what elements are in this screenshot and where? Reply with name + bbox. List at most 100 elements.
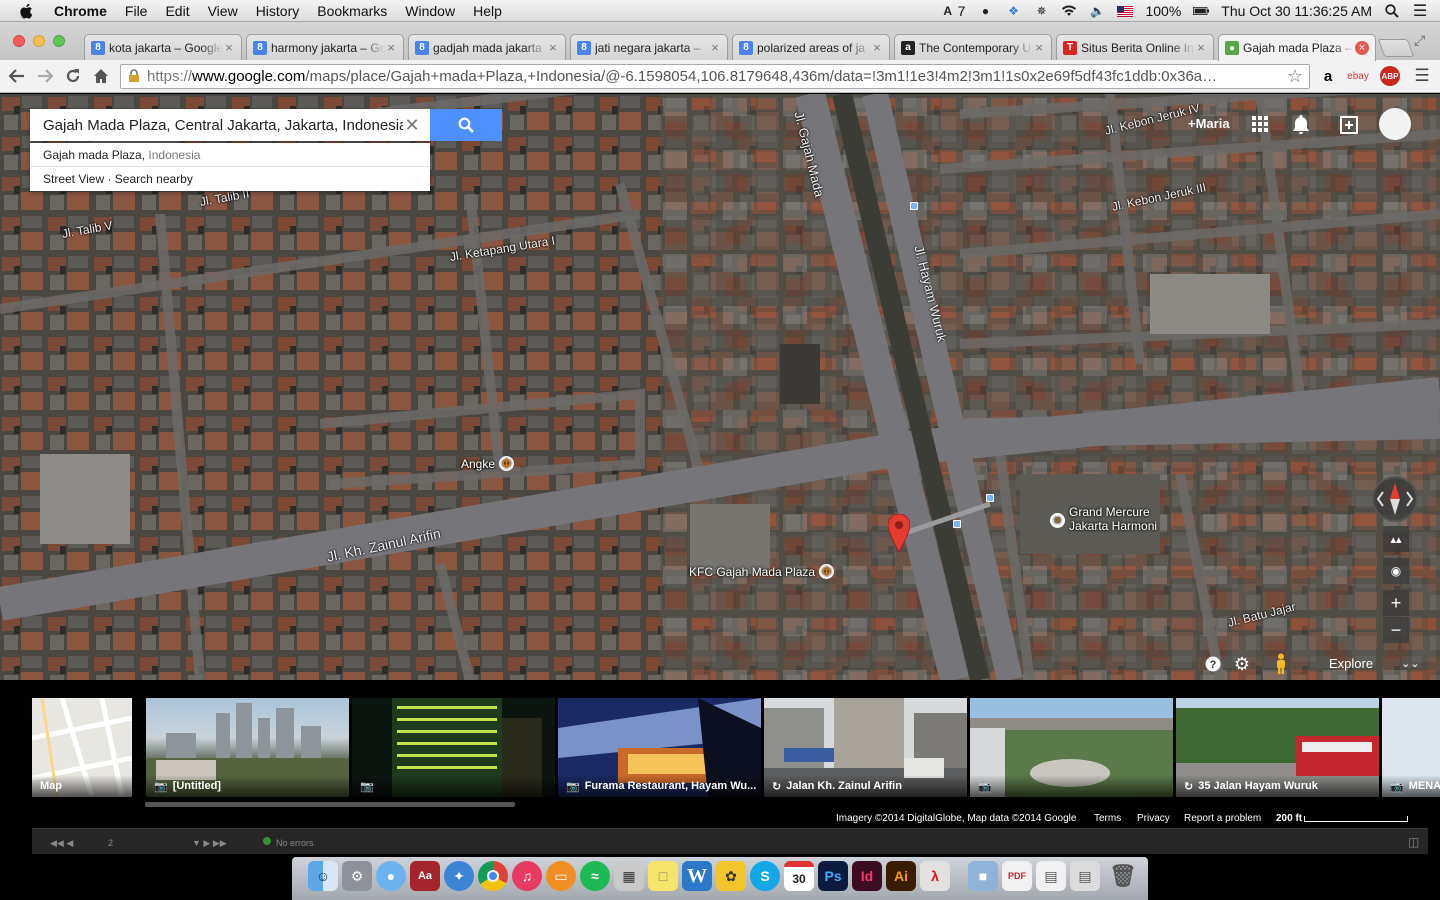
my-location-button[interactable]: ◉ <box>1383 558 1409 584</box>
tab-close-icon[interactable]: × <box>1195 40 1207 55</box>
poi-angke[interactable]: Angke ф <box>461 456 515 471</box>
indesign-icon[interactable]: Id <box>852 861 882 891</box>
tab-close-icon[interactable]: × <box>871 40 883 55</box>
us-flag-icon[interactable] <box>1117 4 1134 18</box>
stickies-icon[interactable]: □ <box>648 861 678 891</box>
textwrangler-icon[interactable]: W <box>682 861 712 891</box>
calculator-icon[interactable]: ▦ <box>614 861 644 891</box>
tab-close-icon[interactable]: × <box>547 40 559 55</box>
tab-close-icon[interactable]: × <box>1355 41 1369 55</box>
poi-grand-mercure[interactable]: ■ Grand Mercure Jakarta Harmoni <box>1050 505 1157 533</box>
wifi-icon[interactable] <box>1061 4 1077 18</box>
search-button[interactable] <box>430 109 502 141</box>
pdf-document-icon[interactable]: PDF <box>1002 861 1032 891</box>
illustrator-icon[interactable]: Ai <box>886 861 916 891</box>
photo-thumbnail[interactable]: 📷 <box>970 698 1173 797</box>
trash-icon[interactable]: 🗑 <box>1108 861 1138 891</box>
close-window-button[interactable] <box>13 35 25 47</box>
fullscreen-icon[interactable]: ⤢ <box>1414 32 1425 49</box>
help-icon[interactable]: ? <box>1203 654 1223 674</box>
terms-link[interactable]: Terms <box>1094 813 1121 824</box>
bus-stop-icon[interactable] <box>910 202 918 210</box>
pegman-street-view-icon[interactable] <box>1271 653 1291 674</box>
zoom-window-button[interactable] <box>53 35 65 47</box>
avatar[interactable] <box>1379 108 1411 140</box>
menu-help[interactable]: Help <box>473 3 502 19</box>
privacy-link[interactable]: Privacy <box>1137 813 1170 824</box>
street-view-thumbnail[interactable]: ↻ Jalan Kh. Zainul Arifin <box>764 698 967 797</box>
tab-harmony-jakarta[interactable]: 8 harmony jakarta – Go × <box>246 34 404 60</box>
menu-file[interactable]: File <box>125 3 148 19</box>
maps-search-input[interactable] <box>43 116 403 134</box>
apple-icon[interactable] <box>18 2 36 20</box>
satellite-map-view[interactable]: Jl. Gajah Mada Jl. Hayam Wuruk Jl. Kebon… <box>0 94 1440 680</box>
new-tab-button[interactable] <box>1377 39 1415 57</box>
skype-icon[interactable]: S <box>750 861 780 891</box>
reload-button[interactable] <box>62 65 84 87</box>
report-problem-link[interactable]: Report a problem <box>1184 813 1261 824</box>
clear-search-icon[interactable]: ✕ <box>402 115 422 135</box>
adblock-plus-icon[interactable]: ABP <box>1380 66 1400 86</box>
notification-bell-icon[interactable]: ● <box>977 4 993 18</box>
dropbox-icon[interactable]: ❖ <box>1005 4 1021 18</box>
zoom-in-button[interactable]: + <box>1383 590 1409 616</box>
ibooks-icon[interactable]: ▭ <box>546 861 576 891</box>
tab-close-icon[interactable]: × <box>385 40 397 55</box>
explore-toggle[interactable]: Explore ⌄⌄ <box>1313 650 1420 676</box>
spotify-icon[interactable]: ≈ <box>580 861 610 891</box>
google-plus-account-link[interactable]: +Maria <box>1188 116 1230 131</box>
tab-situs-berita[interactable]: T Situs Berita Online In × <box>1056 34 1214 60</box>
dictionary-icon[interactable]: Aa <box>410 861 440 891</box>
tab-gajah-mada-plaza[interactable]: ● Gajah mada Plaza – × <box>1218 34 1376 61</box>
console-nav-forward-icons[interactable]: ▼ ▶ ▶▶ <box>192 838 227 849</box>
battery-icon[interactable] <box>1193 4 1210 18</box>
tab-contemporary[interactable]: a The Contemporary U × <box>894 34 1052 60</box>
bus-stop-icon[interactable] <box>953 520 961 528</box>
photo-strip-scrollbar[interactable] <box>145 802 515 807</box>
page-info-warning-icon[interactable] <box>127 69 141 83</box>
home-button[interactable] <box>90 65 112 87</box>
console-panel-icon[interactable]: ◫ <box>1408 835 1419 849</box>
tab-close-icon[interactable]: × <box>709 40 721 55</box>
map-view-thumbnail[interactable]: Map <box>32 698 132 797</box>
adobe-menulet[interactable]: A 7 <box>940 3 965 19</box>
tab-polarized-areas[interactable]: 8 polarized areas of ja × <box>732 34 890 60</box>
menu-edit[interactable]: Edit <box>165 3 189 19</box>
tab-kota-jakarta[interactable]: 8 kota jakarta – Google × <box>84 34 242 60</box>
minimize-window-button[interactable] <box>33 35 45 47</box>
suggestion-item[interactable]: Street View · Search nearby <box>30 167 430 191</box>
cyberduck-icon[interactable]: ✿ <box>716 861 746 891</box>
forward-button[interactable] <box>34 65 56 87</box>
battery-percent[interactable]: 100% <box>1145 3 1181 19</box>
poi-kfc-gajah-mada-plaza[interactable]: KFC Gajah Mada Plaza ф <box>689 564 835 579</box>
console-nav-icons[interactable]: ◀◀ ◀ <box>50 838 73 849</box>
menu-history[interactable]: History <box>256 3 300 19</box>
menu-window[interactable]: Window <box>405 3 455 19</box>
notification-center-icon[interactable]: ☰ <box>1412 3 1428 20</box>
apps-grid-icon[interactable] <box>1250 114 1270 134</box>
chrome-menu-icon[interactable]: ☰ <box>1412 66 1432 86</box>
menu-view[interactable]: View <box>208 3 238 19</box>
menu-app-name[interactable]: Chrome <box>54 3 107 19</box>
finder-icon[interactable]: ☺ <box>308 861 338 891</box>
tab-jati-negara[interactable]: 8 jati negara jakarta – × <box>570 34 728 60</box>
bookmark-star-icon[interactable]: ☆ <box>1287 66 1303 87</box>
bus-stop-icon[interactable] <box>986 494 994 502</box>
amazon-extension-icon[interactable]: a <box>1318 66 1338 86</box>
photoshop-icon[interactable]: Ps <box>818 861 848 891</box>
ebay-extension-icon[interactable]: ebay <box>1347 66 1369 86</box>
zoom-out-button[interactable]: − <box>1383 617 1409 643</box>
share-plus-icon[interactable] <box>1340 114 1360 134</box>
location-pin-icon[interactable] <box>888 514 910 552</box>
scale-label[interactable]: 200 ft <box>1276 813 1302 824</box>
settings-gear-icon[interactable]: ⚙ <box>1232 654 1252 674</box>
photo-thumbnail[interactable]: 📷 MENA <box>1382 698 1440 797</box>
chrome-icon[interactable] <box>478 861 508 891</box>
messages-icon[interactable]: ● <box>376 861 406 891</box>
safari-icon[interactable]: ✦ <box>444 861 474 891</box>
downloads-stack-icon[interactable]: ▤ <box>1070 861 1100 891</box>
tab-gadjah-mada[interactable]: 8 gadjah mada jakarta × <box>408 34 566 60</box>
itunes-icon[interactable]: ♫ <box>512 861 542 891</box>
back-button[interactable] <box>6 65 28 87</box>
compass-control[interactable] <box>1372 476 1418 522</box>
